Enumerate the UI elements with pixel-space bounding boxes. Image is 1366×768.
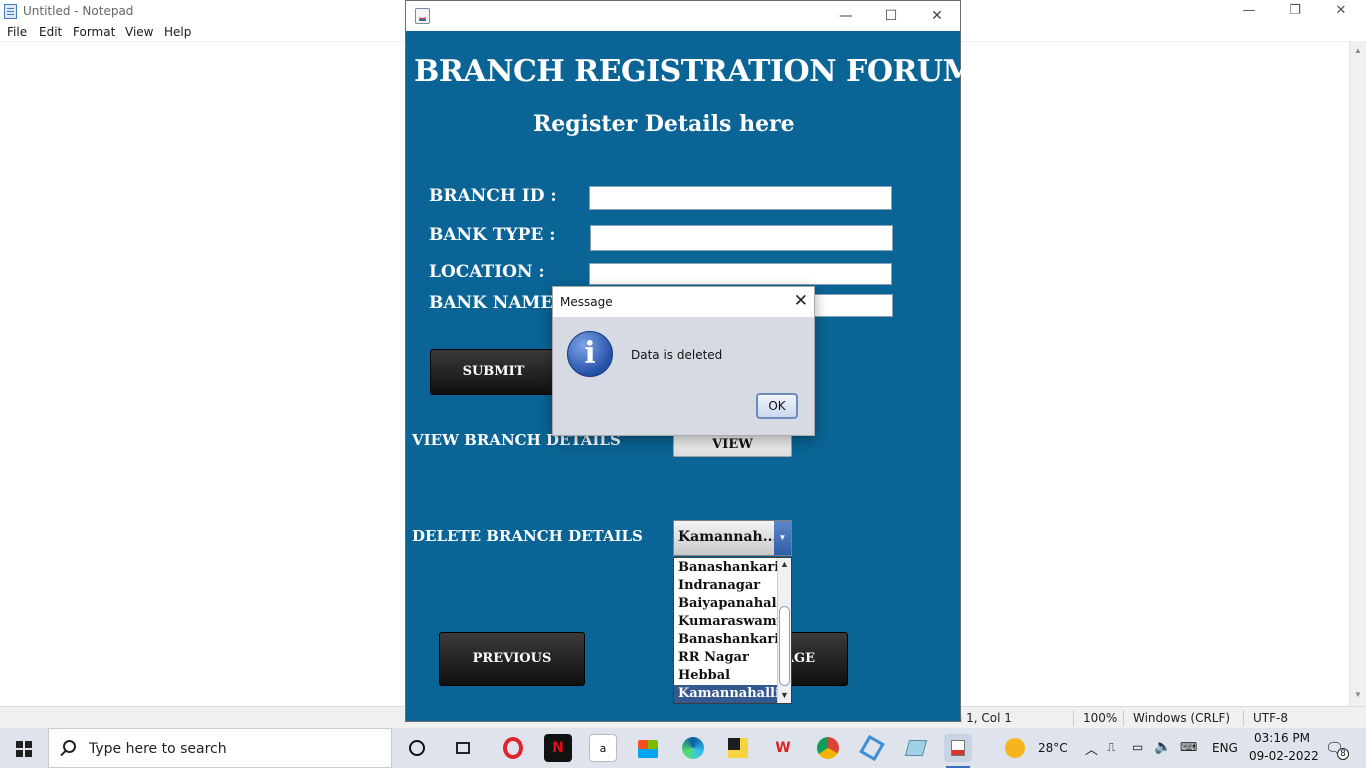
branch-id-field[interactable] [589,186,892,210]
dropdown-option[interactable]: Kumaraswamy [674,613,777,631]
dialog-titlebar: Message ✕ [553,287,814,317]
page-subtitle: Register Details here [533,111,795,137]
dropdown-option[interactable]: RR Nagar [674,649,777,667]
bank-type-label: BANK TYPE : [429,225,556,245]
keyboard-icon[interactable]: ⌨ [1180,740,1197,754]
minimize-button[interactable]: — [826,4,866,28]
java-icon[interactable] [944,734,972,768]
branch-id-label: BRANCH ID : [429,186,557,206]
wps-icon[interactable]: W [769,734,797,762]
dropdown-option-selected[interactable]: Kamannahalli [674,685,777,703]
delete-branch-details-label: DELETE BRANCH DETAILS [412,527,643,545]
status-divider [1073,710,1074,726]
store-icon[interactable] [634,734,662,762]
battery-icon[interactable]: ▭ [1132,740,1143,754]
taskbar: Type here to search N a W 28°C ︿ ⎍ ▭ 🔈 ⌨… [0,728,1366,768]
status-divider [1123,710,1124,726]
minimize-button[interactable]: — [1226,0,1272,23]
status-line-ending: Windows (CRLF) [1133,711,1231,725]
search-placeholder: Type here to search [89,741,227,757]
page-title: BRANCH REGISTRATION FORUM [414,54,976,89]
weather-icon[interactable] [1005,738,1025,758]
scroll-down-icon[interactable]: ▼ [780,690,789,700]
opera-icon[interactable] [499,734,527,762]
message-dialog: Message ✕ i Data is deleted OK [552,286,815,436]
windows-icon [16,741,32,757]
bank-name-label: BANK NAME [429,293,554,313]
status-zoom: 100% [1083,711,1118,725]
close-icon[interactable]: ✕ [794,291,808,311]
menu-format[interactable]: Format [73,25,115,39]
sticky-notes-icon[interactable] [724,734,752,762]
weather-temperature[interactable]: 28°C [1038,741,1068,755]
menu-file[interactable]: File [7,25,27,39]
submit-button[interactable]: SUBMIT [430,349,557,395]
notification-badge: 8 [1337,748,1349,760]
info-icon: i [567,331,613,377]
status-divider [1243,710,1244,726]
notepad-vertical-scrollbar[interactable]: ▲ ▼ [1349,42,1366,706]
restore-button[interactable]: ❐ [1272,0,1318,23]
clock-time[interactable]: 03:16 PM [1254,731,1310,745]
taskbar-search-box[interactable]: Type here to search [48,728,392,768]
dropdown-option[interactable]: Hebbal [674,667,777,685]
scroll-down-icon[interactable]: ▼ [1354,690,1362,699]
dropdown-option[interactable]: Banashankari [674,631,777,649]
vscode-icon[interactable] [858,734,886,762]
start-button[interactable] [0,728,48,768]
bank-type-field[interactable] [590,225,893,251]
previous-button[interactable]: PREVIOUS [439,632,585,686]
close-button[interactable]: ✕ [917,4,957,28]
dialog-body: i Data is deleted OK [553,317,814,435]
branch-dropdown-list[interactable]: Banashankari Indranagar Baiyapanahalli K… [673,557,792,704]
chevron-up-icon[interactable]: ︿ [1085,739,1098,758]
netflix-icon[interactable]: N [544,734,572,762]
dialog-message: Data is deleted [631,348,723,362]
clock-date[interactable]: 09-02-2022 [1249,749,1319,763]
window-titlebar: — ☐ ✕ [406,1,960,31]
chrome-icon[interactable] [814,734,842,762]
close-button[interactable]: ✕ [1318,0,1364,23]
network-icon[interactable]: ⎍ [1107,740,1115,755]
ok-button[interactable]: OK [756,393,798,419]
notepad-icon [4,4,17,19]
status-encoding: UTF-8 [1253,711,1288,725]
branch-select[interactable]: Kamannah... ▼ [673,520,792,556]
chevron-down-icon[interactable]: ▼ [774,521,791,555]
notepad-icon[interactable] [902,734,930,762]
cortana-icon[interactable] [403,734,431,762]
volume-icon[interactable]: 🔈 [1154,739,1171,755]
dropdown-option[interactable]: Banashankari [674,559,777,577]
location-field[interactable] [589,263,892,285]
maximize-button[interactable]: ☐ [871,4,911,28]
dropdown-scrollbar[interactable]: ▲ ▼ [777,558,791,703]
menu-view[interactable]: View [125,25,153,39]
menu-edit[interactable]: Edit [39,25,62,39]
dropdown-option[interactable]: Baiyapanahalli [674,595,777,613]
notepad-title: Untitled - Notepad [23,4,134,18]
dialog-title: Message [560,295,613,309]
java-icon [415,8,430,24]
scroll-up-icon[interactable]: ▲ [1354,46,1362,55]
scroll-up-icon[interactable]: ▲ [780,559,789,569]
dropdown-option[interactable]: Indranagar [674,577,777,595]
location-label: LOCATION : [429,262,545,282]
menu-help[interactable]: Help [164,25,191,39]
language-indicator[interactable]: ENG [1212,741,1238,755]
scroll-thumb[interactable] [779,606,790,686]
task-view-icon[interactable] [449,734,477,762]
edge-icon[interactable] [679,734,707,762]
amazon-icon[interactable]: a [589,734,617,762]
branch-select-value: Kamannah... [678,529,778,545]
search-icon [63,740,76,753]
